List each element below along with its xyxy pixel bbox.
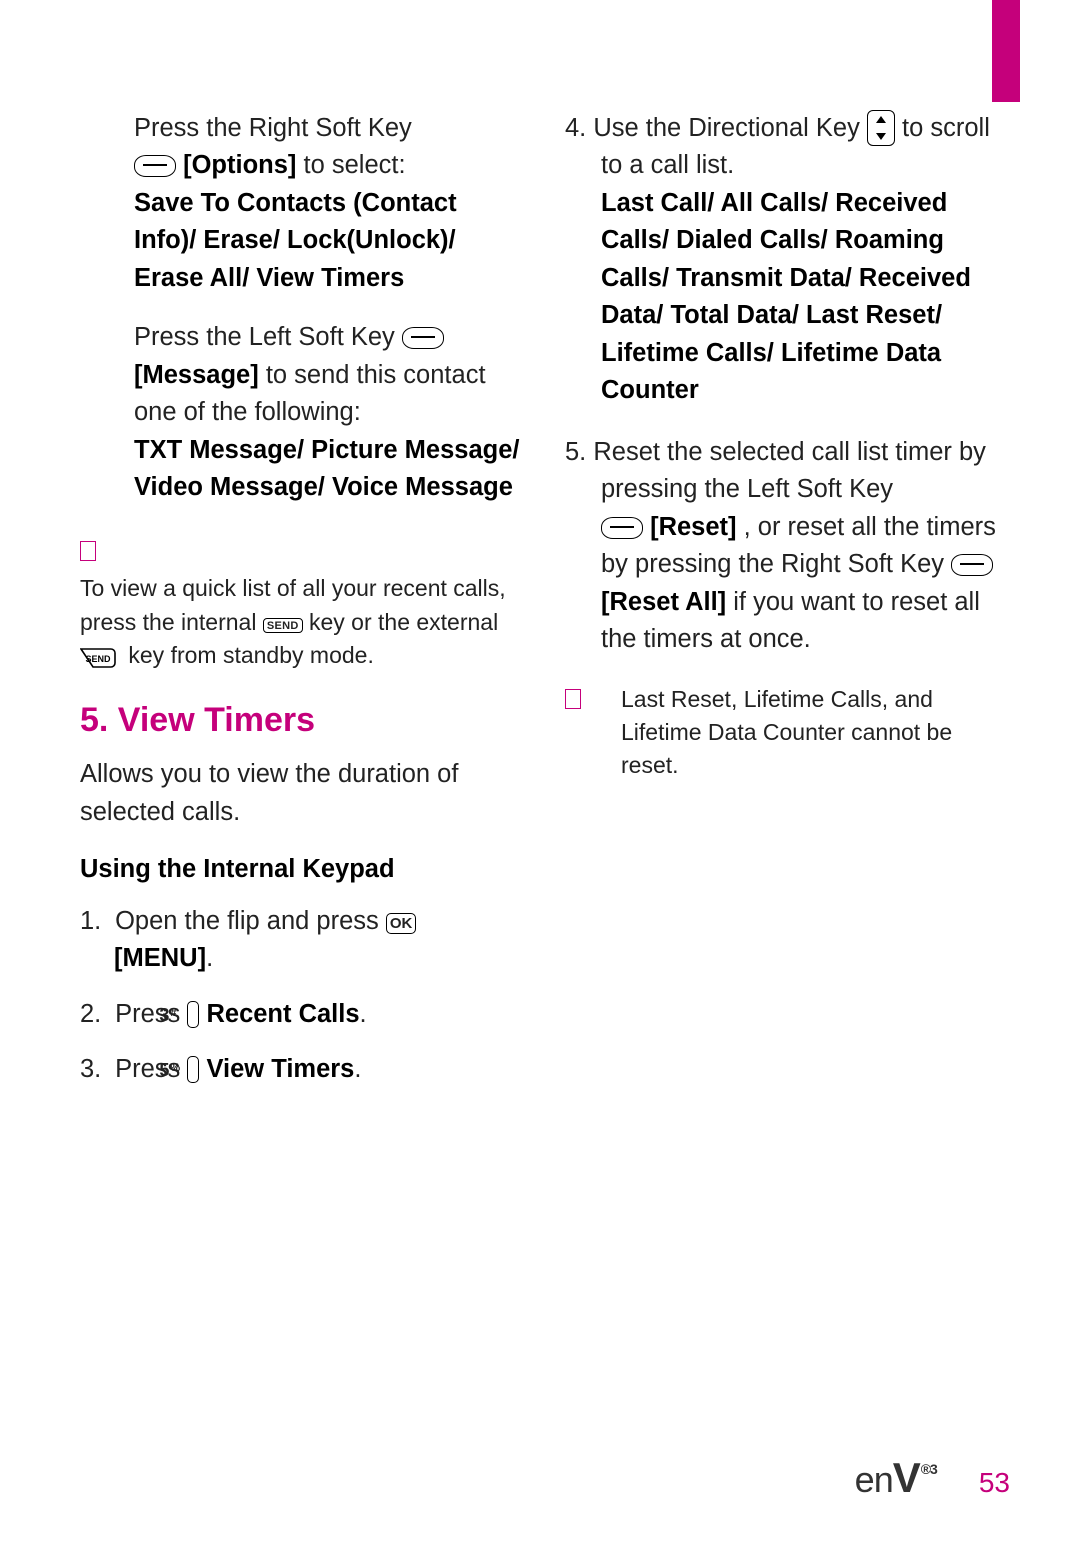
message-label: [Message] (134, 361, 259, 389)
section-desc: Allows you to view the duration of selec… (80, 756, 525, 831)
note-text: To view a quick list of all your recent … (80, 572, 525, 672)
page-number: 53 (979, 1467, 1010, 1499)
options-label: [Options] (183, 151, 296, 179)
page-content: Press the Right Soft Key [Options] to se… (80, 110, 1010, 1432)
step-3: 3. Press 5% View Timers. (80, 1051, 525, 1088)
recent-calls-label: Recent Calls (206, 1000, 359, 1028)
section-heading: 5. View Timers (80, 696, 525, 746)
step-number: 2. (80, 996, 108, 1033)
text: Press the Left Soft Key (134, 323, 402, 351)
side-accent-tab (992, 0, 1020, 102)
left-soft-key-icon (601, 517, 643, 539)
message-paragraph: Press the Left Soft Key [Message] to sen… (134, 319, 525, 506)
note-icon (565, 689, 581, 709)
call-list-options: Last Call/ All Calls/ Received Calls/ Di… (601, 189, 971, 404)
text: . (354, 1055, 361, 1083)
options-paragraph: Press the Right Soft Key [Options] to se… (134, 110, 525, 297)
step-4: 4. Use the Directional Key to scroll to … (565, 110, 1010, 410)
step-5: 5. Reset the selected call list timer by… (565, 434, 1010, 659)
message-types: TXT Message/ Picture Message/ Video Mess… (134, 436, 520, 501)
note-block: To view a quick list of all your recent … (80, 533, 525, 673)
directional-key-icon (867, 110, 895, 146)
text: key from standby mode. (128, 642, 373, 668)
view-timers-label: View Timers (206, 1055, 354, 1083)
options-list: Save To Contacts (Contact Info)/ Erase/ … (134, 189, 457, 292)
text: Reset the selected call list timer by pr… (593, 438, 986, 503)
right-soft-key-icon (951, 554, 993, 576)
step-2: 2. Press 3# Recent Calls. (80, 996, 525, 1033)
svg-text:SEND: SEND (85, 654, 111, 664)
left-column: Press the Right Soft Key [Options] to se… (80, 110, 525, 1432)
text: Press the Right Soft Key (134, 114, 412, 142)
left-soft-key-icon (402, 327, 444, 349)
text: . (360, 1000, 367, 1028)
right-column: 4. Use the Directional Key to scroll to … (565, 110, 1010, 1432)
text: Press (115, 1000, 187, 1028)
reset-all-label: [Reset All] (601, 588, 726, 616)
text: . (206, 944, 213, 972)
step-number: 5. (565, 438, 593, 466)
menu-label: [MENU] (114, 944, 206, 972)
reset-label: [Reset] (650, 513, 736, 541)
note-text: Last Reset, Lifetime Calls, and Lifetime… (621, 683, 1010, 783)
key-5-icon: 5% (187, 1056, 199, 1083)
key-3-icon: 3# (187, 1001, 199, 1028)
text: to select: (304, 151, 406, 179)
text: Open the flip and press (115, 907, 386, 935)
page-footer: enV®3 53 (855, 1454, 1010, 1502)
external-send-key-icon: SEND (80, 648, 122, 668)
note-icon (80, 541, 96, 561)
step-1: 1. Open the flip and press OK [MENU]. (80, 903, 525, 978)
right-soft-key-icon (134, 155, 176, 177)
env3-logo: enV®3 (855, 1454, 937, 1502)
sub-heading: Using the Internal Keypad (80, 851, 525, 888)
step-number: 4. (565, 114, 593, 142)
text: key or the external (309, 609, 498, 635)
ok-key-icon: OK (386, 913, 417, 934)
right-note-block: Last Reset, Lifetime Calls, and Lifetime… (565, 683, 1010, 783)
step-number: 1. (80, 903, 108, 940)
send-key-icon: SEND (263, 618, 303, 633)
step-number: 3. (80, 1051, 108, 1088)
text: Use the Directional Key (593, 114, 867, 142)
